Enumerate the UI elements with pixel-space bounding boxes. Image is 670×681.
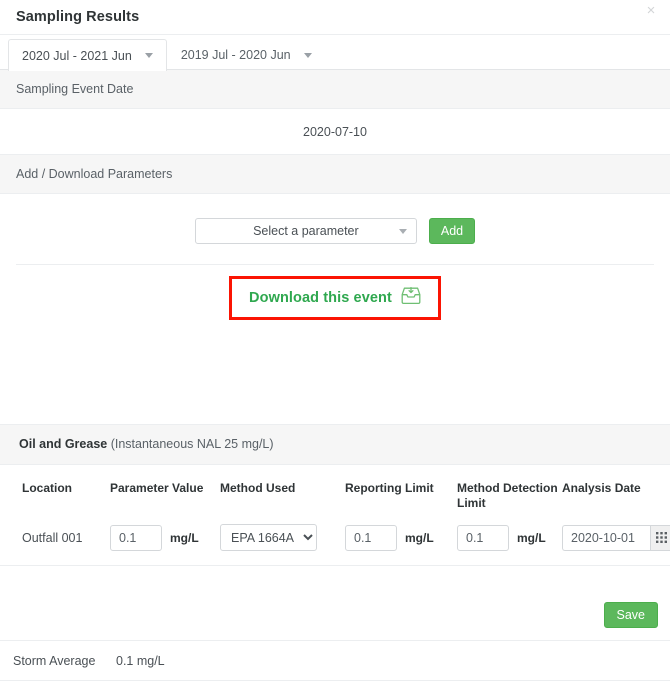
add-parameter-button[interactable]: Add xyxy=(428,218,476,244)
parameter-note: (Instantaneous NAL 25 mg/L) xyxy=(110,437,274,451)
tab-label: 2020 Jul - 2021 Jun xyxy=(22,48,132,63)
chevron-down-icon xyxy=(144,53,153,58)
cell-reporting-limit: mg/L xyxy=(345,511,457,566)
method-detection-limit-unit: mg/L xyxy=(517,530,546,545)
empty-space xyxy=(0,320,670,424)
year-tabs: 2020 Jul - 2021 Jun 2019 Jul - 2020 Jun xyxy=(0,35,670,71)
column-header-location: Location xyxy=(22,481,72,495)
download-event-area: Download this event xyxy=(0,265,670,320)
inbox-download-icon[interactable] xyxy=(401,286,421,308)
method-detection-limit-input[interactable] xyxy=(457,524,509,551)
storm-average-row: Storm Average 0.1 mg/L xyxy=(0,640,670,681)
cell-method-detection-limit: mg/L xyxy=(457,511,562,566)
tab-label: 2019 Jul - 2020 Jun xyxy=(180,48,291,62)
save-row: Save xyxy=(0,593,670,640)
cell-parameter-value: mg/L xyxy=(110,511,220,566)
column-header-analysis-date: Analysis Date xyxy=(562,481,641,495)
storm-average-value: 0.1 mg/L xyxy=(116,653,165,668)
parameter-select-value: Select a parameter xyxy=(253,224,359,238)
parameter-name: Oil and Grease xyxy=(19,437,108,451)
sampling-event-date-header: Sampling Event Date xyxy=(0,70,670,109)
close-icon[interactable]: × xyxy=(642,2,660,20)
column-header-parameter-value: Parameter Value xyxy=(110,481,204,495)
column-header-reporting-limit: Reporting Limit xyxy=(345,481,434,495)
section-label: Sampling Event Date xyxy=(16,82,134,96)
add-download-parameters-header: Add / Download Parameters xyxy=(0,154,670,194)
analysis-date-input[interactable] xyxy=(562,524,650,551)
save-button[interactable]: Save xyxy=(603,602,658,628)
cell-analysis-date xyxy=(562,511,670,566)
add-parameter-row: Select a parameter Add xyxy=(0,218,670,244)
add-parameter-zone: Select a parameter Add xyxy=(0,194,670,244)
parameter-select[interactable]: Select a parameter xyxy=(194,218,417,244)
column-header-method-detection-limit: Method Detection Limit xyxy=(457,481,558,510)
tab-2020-jul-2021-jun[interactable]: 2020 Jul - 2021 Jun xyxy=(8,39,167,71)
chevron-down-icon xyxy=(398,228,407,234)
chevron-down-icon xyxy=(303,52,312,58)
parameter-value-input[interactable] xyxy=(110,524,162,551)
sampling-event-date-value: 2020-07-10 xyxy=(0,109,670,154)
row-divider-cell xyxy=(0,565,670,593)
event-date-text: 2020-07-10 xyxy=(303,124,367,139)
tab-2019-jul-2020-jun[interactable]: 2019 Jul - 2020 Jun xyxy=(167,39,326,70)
results-table: Location Parameter Value Method Used Rep… xyxy=(0,465,670,593)
table-row: Outfall 001 mg/L EPA 1664A mg/L xyxy=(0,511,670,566)
download-highlight-box: Download this event xyxy=(229,276,441,320)
reporting-limit-unit: mg/L xyxy=(405,530,434,545)
section-label: Add / Download Parameters xyxy=(16,167,173,181)
storm-average-label: Storm Average xyxy=(13,653,96,668)
cell-method-used: EPA 1664A xyxy=(220,511,345,566)
download-this-event-link[interactable]: Download this event xyxy=(249,290,392,306)
parameter-header-oil-and-grease: Oil and Grease (Instantaneous NAL 25 mg/… xyxy=(0,424,670,465)
column-header-method-used: Method Used xyxy=(220,481,296,495)
parameter-value-unit: mg/L xyxy=(170,530,199,545)
cell-location: Outfall 001 xyxy=(22,530,83,545)
reporting-limit-input[interactable] xyxy=(345,524,397,551)
method-used-select[interactable]: EPA 1664A xyxy=(220,524,317,551)
modal-header: Sampling Results × xyxy=(0,0,670,34)
table-header-row: Location Parameter Value Method Used Rep… xyxy=(0,465,670,511)
calendar-grid-icon[interactable] xyxy=(650,524,670,551)
row-divider xyxy=(0,565,670,593)
page-title: Sampling Results xyxy=(16,9,140,25)
